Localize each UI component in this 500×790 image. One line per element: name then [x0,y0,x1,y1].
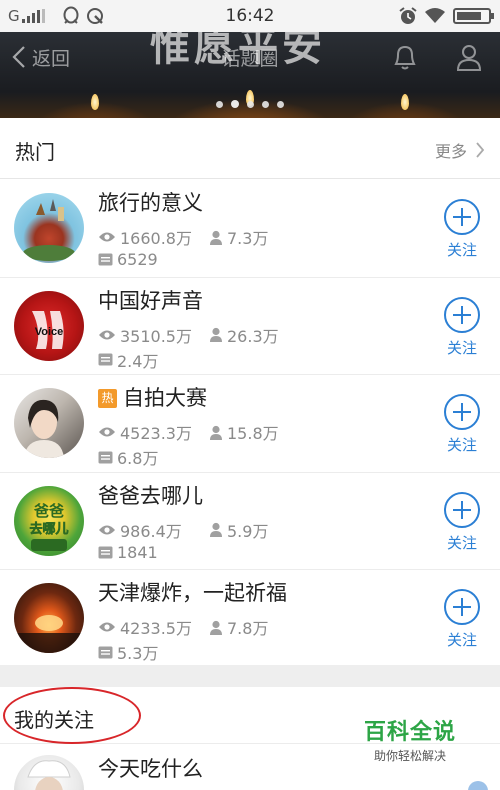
person-icon [210,327,222,342]
member-count: 26.3万 [209,323,279,347]
topic-name: 爸爸去哪儿 [98,483,203,508]
document-icon [98,546,113,558]
topic-name: 天津爆炸，一起祈福 [98,581,287,605]
svg-text:Voice: Voice [35,326,64,338]
alarm-icon [399,7,417,24]
svg-text:爸爸: 爸爸 [33,502,64,520]
plus-icon [444,394,480,430]
view-count: 3510.5万 [98,323,192,347]
topic-row[interactable]: 爸爸 去哪儿 爸爸去哪儿 986.4万 5.9万 1841 关注 [0,473,500,570]
member-count: 5.9万 [209,518,268,542]
topic-avatar [14,193,84,263]
person-icon [210,522,222,537]
plus-icon [444,491,480,528]
more-link[interactable]: 更多 [435,138,485,162]
wifi-icon [425,8,445,23]
topic-avatar: 爸爸 去哪儿 [14,485,84,556]
person-icon [210,620,222,635]
eye-icon [99,330,115,339]
topic-avatar [14,755,84,790]
post-count: 2.4万 [98,348,158,372]
hot-topic-list: 旅行的意义 1660.8万 7.3万 6529 关注 Voice 中国好声音 3… [0,180,500,668]
page-title: 话题圈 [221,48,279,70]
topic-name: 今天吃什么 [98,757,203,781]
unread-badge [468,781,488,790]
carousel-dot[interactable] [216,101,223,108]
more-label: 更多 [434,142,467,161]
topic-name: 中国好声音 [98,288,203,313]
bell-icon[interactable] [391,42,419,72]
eye-icon [99,525,115,534]
topic-row[interactable]: Voice 中国好声音 3510.5万 26.3万 2.4万 关注 [0,278,500,375]
person-icon [210,425,222,440]
svg-text:去哪儿: 去哪儿 [29,521,68,537]
plus-icon [444,296,480,333]
chevron-right-icon [476,142,485,158]
follow-label: 关注 [446,436,477,454]
post-count: 1841 [98,543,158,562]
topic-name: 热自拍大赛 [98,382,207,412]
member-count: 15.8万 [209,420,279,444]
carousel-dot[interactable] [277,101,284,108]
document-icon [98,353,113,366]
person-icon [210,230,222,245]
follow-label: 关注 [446,533,477,552]
section-divider [0,665,500,687]
watermark-logo: 百科全说 助你轻松解决 [352,714,468,764]
view-count: 986.4万 [98,518,182,542]
section-title: 热门 [15,140,55,164]
carousel-dot[interactable] [262,101,269,108]
follow-button[interactable]: 关注 [440,589,484,650]
plus-icon [444,199,480,235]
carousel-dot[interactable] [231,100,239,108]
document-icon [98,451,113,463]
status-bar: G 16:42 [0,0,500,32]
follow-label: 关注 [446,241,477,259]
topic-row[interactable]: 天津爆炸，一起祈福 4233.5万 7.8万 5.3万 关注 [0,570,500,668]
eye-icon [99,622,115,632]
follow-button[interactable]: 关注 [440,296,484,358]
follow-button[interactable]: 关注 [440,394,484,455]
topic-avatar [14,583,84,653]
topic-name: 旅行的意义 [98,191,203,215]
view-count: 1660.8万 [98,225,192,249]
member-count: 7.8万 [209,615,268,639]
topic-row[interactable]: 旅行的意义 1660.8万 7.3万 6529 关注 [0,180,500,278]
user-icon[interactable] [455,42,483,72]
eye-icon [99,232,115,242]
post-count: 6.8万 [98,445,158,469]
follow-button[interactable]: 关注 [440,199,484,260]
topic-avatar: Voice [14,290,84,361]
eye-icon [99,427,115,437]
view-count: 4523.3万 [98,420,192,444]
document-icon [98,646,113,658]
watermark-sub: 助你轻松解决 [373,749,446,763]
battery-icon [453,8,494,24]
watermark-main: 百科全说 [363,720,456,745]
topic-avatar [14,388,84,458]
post-count: 6529 [98,250,158,269]
topic-row[interactable]: 热自拍大赛 4523.3万 15.8万 6.8万 关注 [0,375,500,473]
follow-label: 关注 [446,338,477,357]
follow-button[interactable]: 关注 [440,491,484,553]
hot-badge: 热 [98,389,117,408]
plus-icon [444,589,480,625]
document-icon [98,253,113,266]
carousel-dot[interactable] [247,101,254,108]
view-count: 4233.5万 [98,615,192,639]
annotation-circle [3,687,141,744]
hot-section-header: 热门 更多 [0,118,500,179]
banner-carousel[interactable]: 惟愿平安 返回 话题圈 [0,32,500,118]
carousel-indicator [0,100,500,108]
post-count: 5.3万 [98,640,158,664]
member-count: 7.3万 [209,225,268,249]
follow-label: 关注 [446,631,477,649]
